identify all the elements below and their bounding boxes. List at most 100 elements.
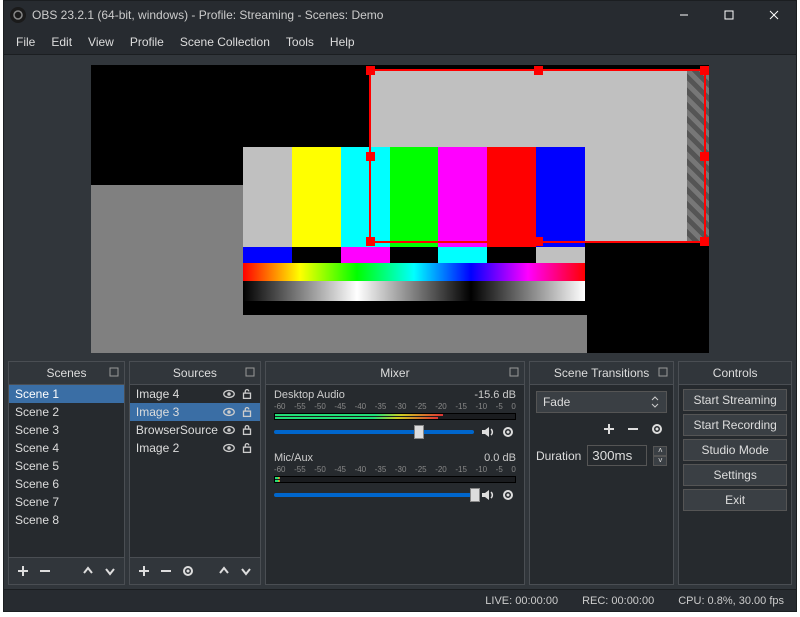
mixer-channel: Desktop Audio-15.6 dB-60-55-50-45-40-35-… [266,385,524,448]
transition-properties-button[interactable] [647,419,667,439]
remove-source-button[interactable] [156,561,176,581]
gear-icon[interactable] [500,487,516,503]
scene-item[interactable]: Scene 1 [9,385,124,403]
add-scene-button[interactable] [13,561,33,581]
undock-icon[interactable] [657,366,669,378]
resize-handle-se[interactable] [700,237,709,246]
source-item[interactable]: Image 2 [130,439,260,457]
scene-item[interactable]: Scene 3 [9,421,124,439]
resize-handle-w[interactable] [366,152,375,161]
chevron-up-icon[interactable]: ˄ [653,446,667,456]
preview-canvas[interactable] [91,65,709,353]
exit-button[interactable]: Exit [683,489,787,511]
remove-transition-button[interactable] [623,419,643,439]
add-source-button[interactable] [134,561,154,581]
mixer-title: Mixer [266,362,524,385]
studio-mode-button[interactable]: Studio Mode [683,439,787,461]
scene-up-button[interactable] [78,561,98,581]
remove-scene-button[interactable] [35,561,55,581]
titlebar: OBS 23.2.1 (64-bit, windows) - Profile: … [4,1,796,29]
speaker-icon[interactable] [480,424,496,440]
duration-input[interactable] [587,445,647,466]
gear-icon[interactable] [500,424,516,440]
speaker-icon[interactable] [480,487,496,503]
menu-help[interactable]: Help [322,31,363,53]
start-streaming-button[interactable]: Start Streaming [683,389,787,411]
mixer-dock: Mixer Desktop Audio-15.6 dB-60-55-50-45-… [265,361,525,585]
source-properties-button[interactable] [178,561,198,581]
undock-icon[interactable] [508,366,520,378]
mixer-title-label: Mixer [380,366,409,380]
preview-source-gray2 [261,315,587,353]
transition-select[interactable]: Fade [536,391,667,413]
scenes-dock: Scenes Scene 1Scene 2Scene 3Scene 4Scene… [8,361,125,585]
app-icon [10,7,26,23]
settings-button[interactable]: Settings [683,464,787,486]
minimize-button[interactable] [661,1,706,29]
resize-handle-s[interactable] [534,237,543,246]
scene-item[interactable]: Scene 5 [9,457,124,475]
eye-icon[interactable] [222,423,236,437]
scenes-title-label: Scenes [46,366,86,380]
updown-icon [650,395,660,409]
transitions-title-label: Scene Transitions [554,366,649,380]
selection-bounding-box[interactable] [369,69,706,243]
controls-title-label: Controls [713,366,758,380]
source-label: Image 2 [136,441,218,455]
menu-scene-collection[interactable]: Scene Collection [172,31,278,53]
volume-slider[interactable] [274,430,474,434]
source-down-button[interactable] [236,561,256,581]
transitions-title: Scene Transitions [530,362,673,385]
eye-icon[interactable] [222,441,236,455]
maximize-button[interactable] [706,1,751,29]
resize-handle-e[interactable] [700,152,709,161]
transitions-dock: Scene Transitions Fade Duration ˄ [529,361,674,585]
scene-item[interactable]: Scene 2 [9,403,124,421]
source-item[interactable]: BrowserSource [130,421,260,439]
menu-file[interactable]: File [8,31,43,53]
resize-handle-nw[interactable] [366,66,375,75]
undock-icon[interactable] [108,366,120,378]
sources-title-label: Sources [173,366,217,380]
transitions-body: Fade Duration ˄ ˅ [530,385,673,584]
start-recording-button[interactable]: Start Recording [683,414,787,436]
menu-edit[interactable]: Edit [43,31,80,53]
menu-view[interactable]: View [80,31,122,53]
source-item[interactable]: Image 4 [130,385,260,403]
duration-spinner[interactable]: ˄ ˅ [653,446,667,466]
scene-item[interactable]: Scene 7 [9,493,124,511]
scenes-title: Scenes [9,362,124,385]
scene-item[interactable]: Scene 6 [9,475,124,493]
eye-icon[interactable] [222,405,236,419]
source-item[interactable]: Image 3 [130,403,260,421]
mixer-body: Desktop Audio-15.6 dB-60-55-50-45-40-35-… [266,385,524,584]
lock-icon[interactable] [240,423,254,437]
volume-slider[interactable] [274,493,474,497]
menu-tools[interactable]: Tools [278,31,322,53]
add-transition-button[interactable] [599,419,619,439]
scene-down-button[interactable] [100,561,120,581]
menu-profile[interactable]: Profile [122,31,172,53]
resize-handle-ne[interactable] [700,66,709,75]
lock-icon[interactable] [240,405,254,419]
resize-handle-n[interactable] [534,66,543,75]
undock-icon[interactable] [244,366,256,378]
source-up-button[interactable] [214,561,234,581]
scene-item[interactable]: Scene 8 [9,511,124,529]
eye-icon[interactable] [222,387,236,401]
docks-row: Scenes Scene 1Scene 2Scene 3Scene 4Scene… [4,357,796,589]
statusbar: LIVE: 00:00:00 REC: 00:00:00 CPU: 0.8%, … [4,589,796,611]
scenes-list[interactable]: Scene 1Scene 2Scene 3Scene 4Scene 5Scene… [9,385,124,557]
audio-meter [274,413,516,420]
lock-icon[interactable] [240,441,254,455]
resize-handle-sw[interactable] [366,237,375,246]
menubar: File Edit View Profile Scene Collection … [4,29,796,55]
channel-level: -15.6 dB [474,389,516,401]
controls-title: Controls [679,362,791,385]
lock-icon[interactable] [240,387,254,401]
close-button[interactable] [751,1,796,29]
sources-list[interactable]: Image 4Image 3BrowserSource Image 2 [130,385,260,557]
chevron-down-icon[interactable]: ˅ [653,456,667,466]
audio-meter [274,476,516,483]
scene-item[interactable]: Scene 4 [9,439,124,457]
